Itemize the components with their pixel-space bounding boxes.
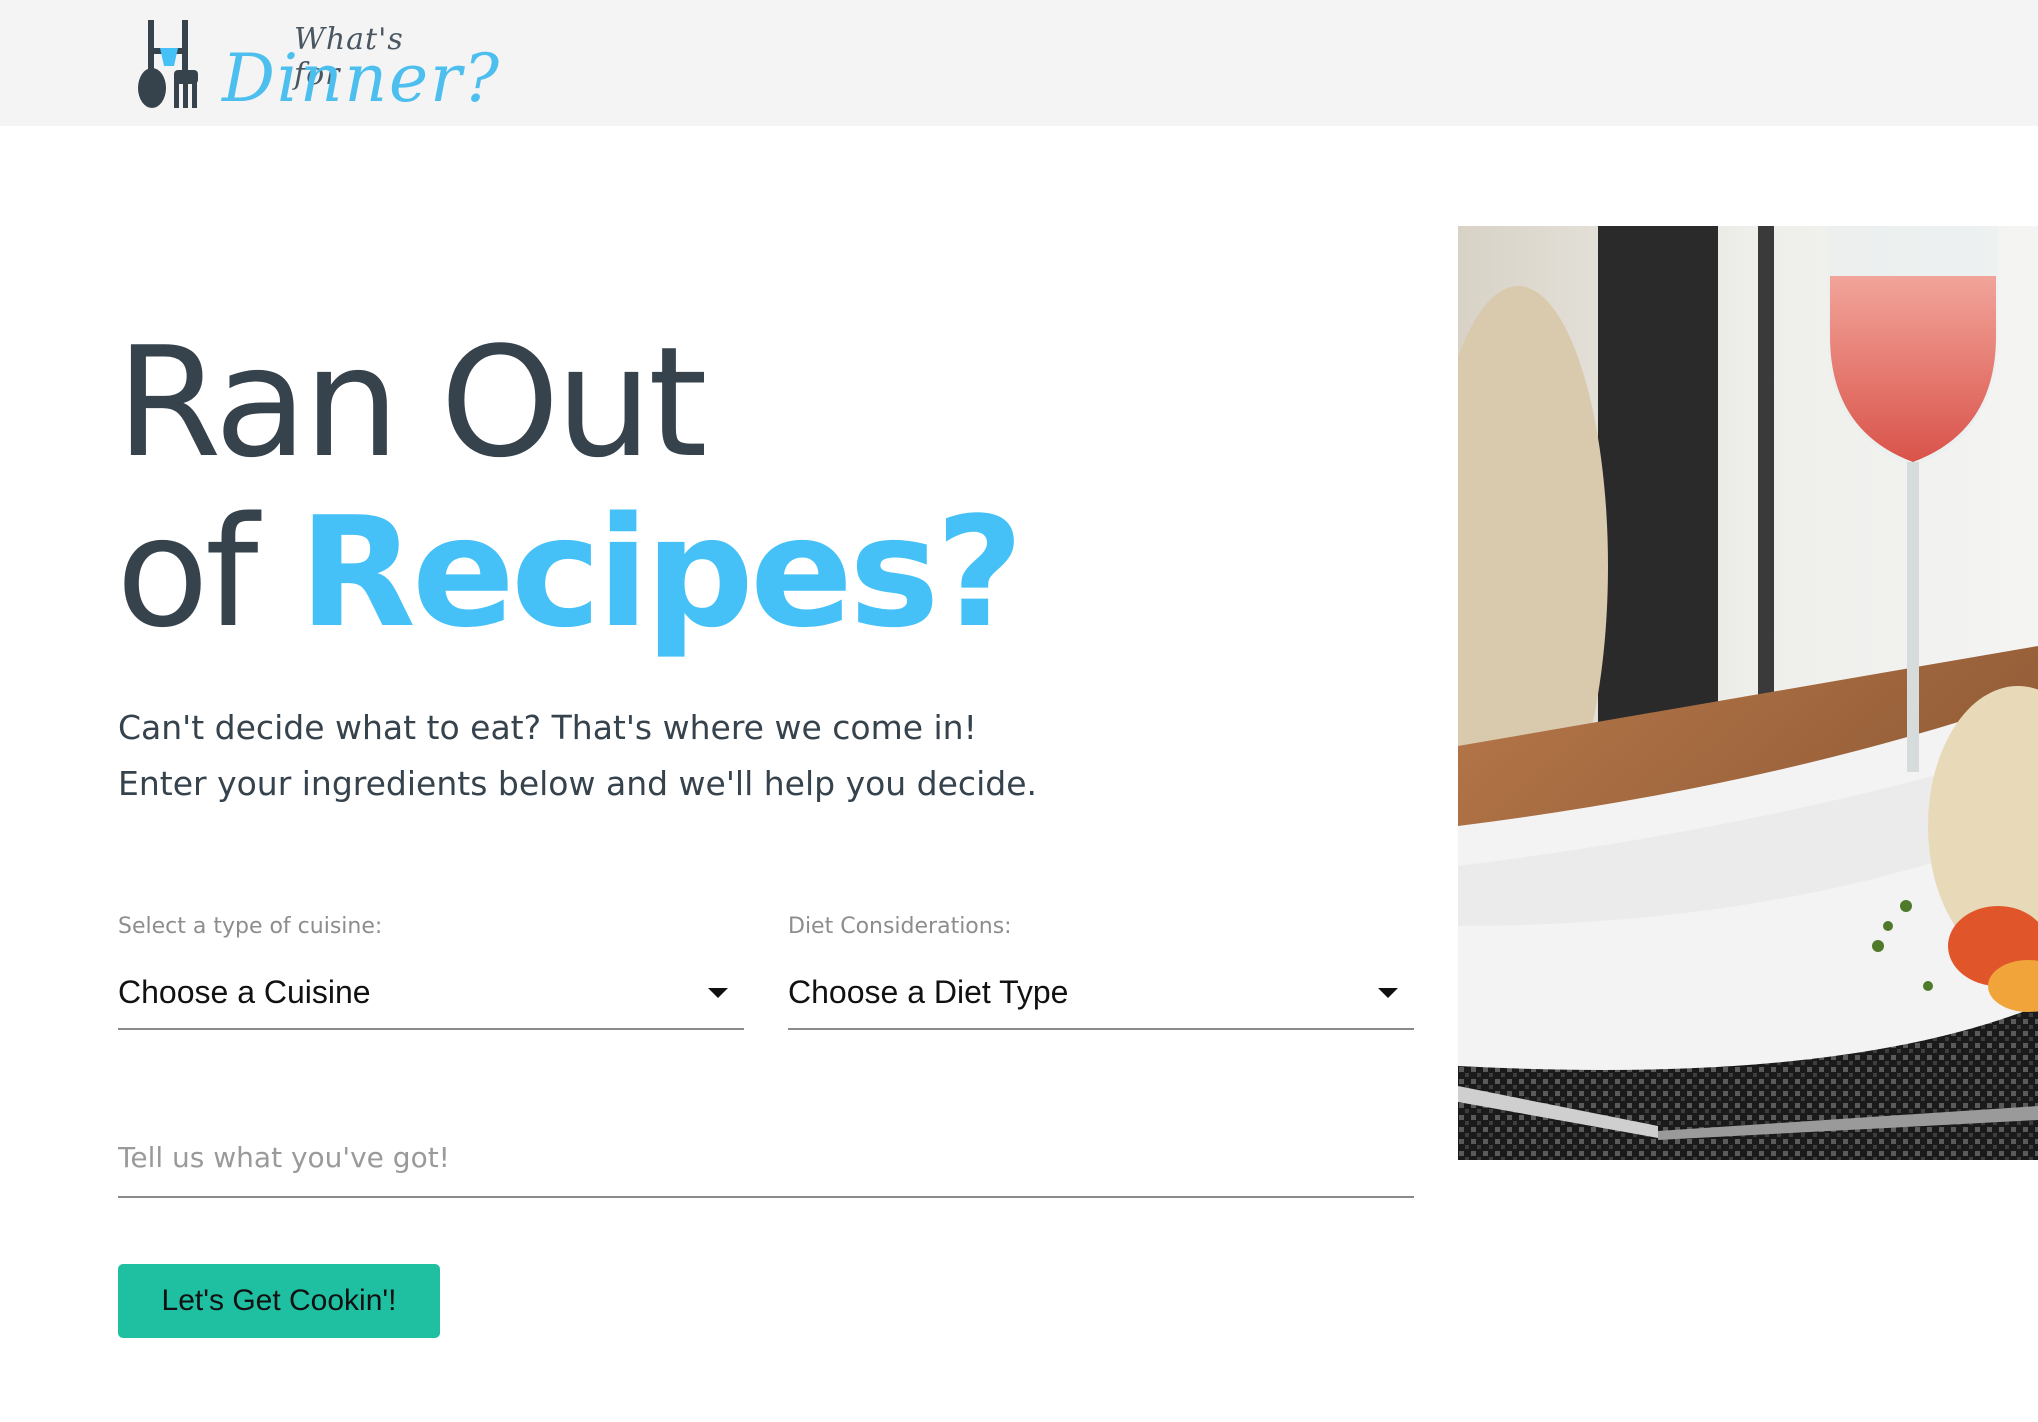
diet-select-value: Choose a Diet Type <box>788 974 1069 1010</box>
hero-subtitle: Can't decide what to eat? That's where w… <box>118 700 1037 812</box>
hero-headline: Ran Out of Recipes? <box>116 318 1024 661</box>
cuisine-select[interactable]: Choose a Cuisine <box>118 954 744 1030</box>
diet-label: Diet Considerations: <box>788 914 1012 939</box>
cuisine-select-value: Choose a Cuisine <box>118 974 371 1010</box>
cuisine-label: Select a type of cuisine: <box>118 914 383 939</box>
get-cookin-button[interactable]: Let's Get Cookin'! <box>118 1264 440 1338</box>
ingredients-input[interactable] <box>118 1118 1414 1198</box>
logo-wordmark: Dinner? <box>222 40 502 117</box>
diet-select[interactable]: Choose a Diet Type <box>788 954 1414 1030</box>
headline-line-2-accent: Recipes? <box>298 484 1024 661</box>
chevron-down-icon <box>708 988 728 998</box>
headline-line-1: Ran Out <box>116 314 708 491</box>
site-logo[interactable]: What's for Dinner? <box>138 18 499 117</box>
subtitle-line-2: Enter your ingredients below and we'll h… <box>118 764 1037 803</box>
hero-food-photo <box>1458 226 2038 1160</box>
site-header: What's for Dinner? <box>0 0 2038 126</box>
utensils-logo-icon <box>138 20 198 108</box>
subtitle-line-1: Can't decide what to eat? That's where w… <box>118 708 977 747</box>
chevron-down-icon <box>1378 988 1398 998</box>
headline-line-2-prefix: of <box>116 484 299 661</box>
